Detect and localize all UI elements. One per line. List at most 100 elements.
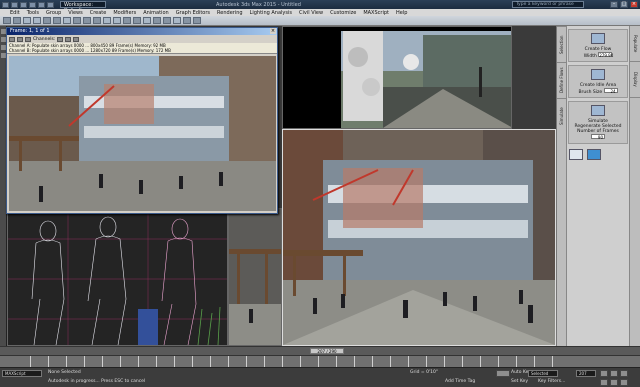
select-button[interactable]: [43, 17, 51, 24]
viewport-perspective[interactable]: [282, 129, 556, 346]
next-frame-icon[interactable]: [610, 370, 618, 377]
viewport-wireframe[interactable]: [7, 208, 228, 346]
flow-section: Create Flow Width 279.94: [568, 29, 628, 62]
scale-button[interactable]: [93, 17, 101, 24]
auto-key-button[interactable]: [496, 370, 510, 377]
menu-modifiers[interactable]: Modifiers: [113, 10, 136, 16]
tab-populate[interactable]: Populate: [630, 26, 640, 62]
channel-b-info: Channel B: Populate skin arrays 0000 ...…: [9, 48, 171, 53]
minimize-icon[interactable]: –: [610, 1, 618, 8]
add-time-tag[interactable]: Add Time Tag: [445, 379, 475, 384]
undo-icon[interactable]: [38, 1, 45, 8]
time-slider[interactable]: 207 / 290: [310, 348, 344, 354]
select-by-name-button[interactable]: [53, 17, 61, 24]
zoom-icon[interactable]: [600, 379, 608, 386]
play-icon[interactable]: [600, 370, 608, 377]
person-icon[interactable]: [569, 149, 583, 160]
tab-display[interactable]: Display: [630, 62, 640, 98]
material-editor-button[interactable]: [163, 17, 171, 24]
window-controls: – □ ×: [610, 1, 638, 8]
set-key-label[interactable]: Set Key: [511, 379, 528, 384]
mono-icon[interactable]: [73, 36, 80, 42]
app-menu-icon[interactable]: [2, 1, 9, 8]
close-icon[interactable]: ×: [630, 1, 638, 8]
alpha-icon[interactable]: [65, 36, 72, 42]
region-select-button[interactable]: [63, 17, 71, 24]
menu-animation[interactable]: Animation: [143, 10, 169, 16]
workspace-dropdown[interactable]: Workspace: Default: [60, 1, 106, 14]
last-frame-icon[interactable]: [620, 370, 628, 377]
brush-size-field[interactable]: 24: [603, 88, 618, 94]
viewport-camera-top[interactable]: [282, 26, 513, 129]
render-frame-button[interactable]: [183, 17, 191, 24]
frames-field[interactable]: 90: [591, 134, 605, 140]
rendered-frame-image: [9, 56, 276, 211]
layer-button[interactable]: [143, 17, 151, 24]
redo-button[interactable]: [13, 17, 21, 24]
link-button[interactable]: [23, 17, 31, 24]
new-icon[interactable]: [11, 1, 18, 8]
align-button[interactable]: [133, 17, 141, 24]
open-icon[interactable]: [9, 36, 15, 42]
width-field[interactable]: 279.94: [598, 52, 613, 58]
menu-graph-editors[interactable]: Graph Editors: [176, 10, 210, 16]
mirror-button[interactable]: [123, 17, 131, 24]
menu-tools[interactable]: Tools: [27, 10, 39, 16]
current-frame-field[interactable]: 207: [576, 370, 596, 377]
menu-views[interactable]: Views: [68, 10, 82, 16]
menu-civil-view[interactable]: Civil View: [299, 10, 323, 16]
time-slider-track[interactable]: 207 / 290: [0, 346, 640, 355]
rotate-button[interactable]: [83, 17, 91, 24]
command-panel: Selection Define Flows Simulate Create F…: [556, 26, 640, 346]
unlink-button[interactable]: [33, 17, 41, 24]
channels-label: Channels:: [33, 36, 56, 42]
prompt-line: Autodesk in progress... Press ESC to can…: [48, 379, 146, 384]
save-icon[interactable]: [29, 1, 36, 8]
angle-snap-button[interactable]: [113, 17, 121, 24]
create-flow-button[interactable]: [591, 33, 605, 44]
search-input[interactable]: Type a keyword or phrase: [512, 1, 584, 8]
tab-simulate[interactable]: Simulate: [557, 98, 566, 134]
frame-buffer-window[interactable]: Frame: 1, 1 of 1 × Channels: Channel A: …: [6, 27, 278, 214]
tab-selection[interactable]: Selection: [557, 26, 566, 62]
menu-create[interactable]: Create: [90, 10, 107, 16]
create-idle-area-button[interactable]: [591, 69, 605, 80]
rendered-frame: [9, 56, 276, 211]
tab-define-flows[interactable]: Define Flows: [557, 62, 566, 98]
idle-section: Create Idle Area Brush Size 24: [568, 65, 628, 98]
menu-bar: Edit Tools Group Views Create Modifiers …: [0, 9, 640, 16]
track-bar[interactable]: [0, 355, 640, 368]
menu-rendering[interactable]: Rendering: [217, 10, 243, 16]
rgb-icon[interactable]: [57, 36, 64, 42]
maximize-icon[interactable]: □: [620, 1, 628, 8]
street-render: [341, 31, 513, 128]
viewport-bottom-center[interactable]: [228, 208, 282, 346]
undo-button[interactable]: [3, 17, 11, 24]
menu-lighting-analysis[interactable]: Lighting Analysis: [250, 10, 292, 16]
menu-help[interactable]: Help: [396, 10, 407, 16]
key-filters-button[interactable]: Key Filters...: [538, 379, 565, 384]
key-mode-dropdown[interactable]: Selected: [528, 370, 558, 377]
simulate-button[interactable]: [591, 105, 605, 116]
populate-panel: Create Flow Width 279.94 Create Idle Are…: [568, 29, 628, 161]
menu-edit[interactable]: Edit: [10, 10, 20, 16]
menu-customize[interactable]: Customize: [330, 10, 356, 16]
main-toolbar: [0, 16, 640, 26]
render-button[interactable]: [193, 17, 201, 24]
snap-button[interactable]: [103, 17, 111, 24]
close-icon[interactable]: ×: [270, 28, 276, 34]
open-icon[interactable]: [20, 1, 27, 8]
save-icon[interactable]: [17, 36, 23, 42]
menu-group[interactable]: Group: [46, 10, 61, 16]
redo-icon[interactable]: [47, 1, 54, 8]
people-icon[interactable]: [587, 149, 601, 160]
maxscript-listener[interactable]: MAXScript: [2, 370, 42, 377]
grid-status: Grid = 0'10": [410, 370, 438, 375]
channel-icon[interactable]: [25, 36, 31, 42]
pan-icon[interactable]: [610, 379, 618, 386]
orbit-icon[interactable]: [620, 379, 628, 386]
curve-editor-button[interactable]: [153, 17, 161, 24]
move-button[interactable]: [73, 17, 81, 24]
menu-maxscript[interactable]: MAXScript: [363, 10, 389, 16]
render-setup-button[interactable]: [173, 17, 181, 24]
